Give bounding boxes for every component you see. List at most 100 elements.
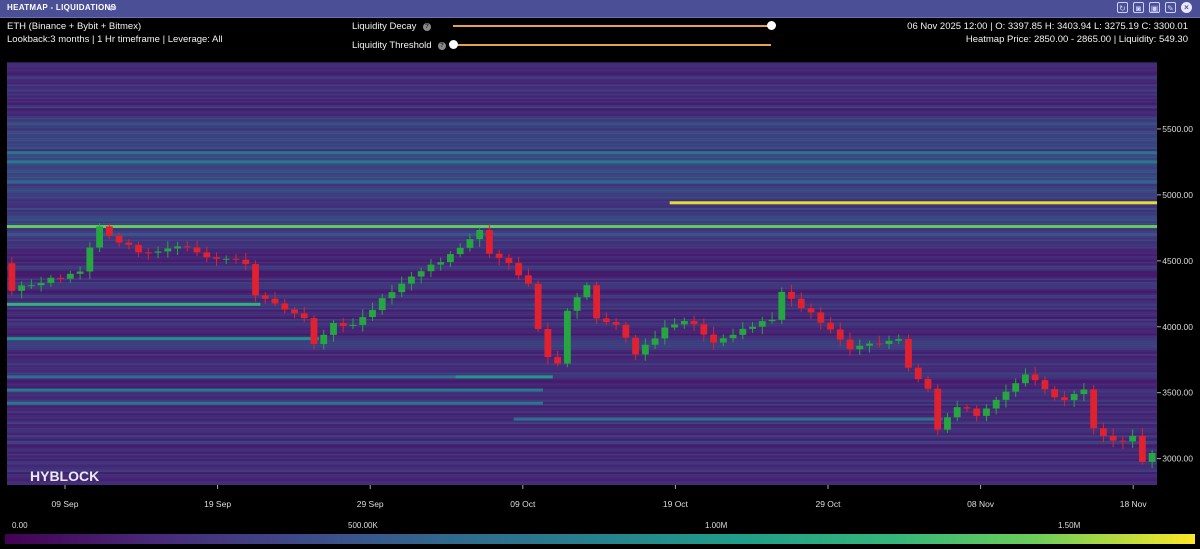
candle-body (495, 253, 503, 258)
candle-body (515, 263, 523, 276)
candle-body (797, 298, 805, 309)
heatmap-cell (7, 143, 1157, 146)
candle-body (768, 319, 776, 322)
candle-body (135, 244, 142, 253)
candle-body (632, 337, 640, 355)
liquidity-threshold-handle[interactable] (449, 40, 458, 49)
heatmap-cell (7, 106, 1157, 109)
liquidity-threshold-label: Liquidity Threshold (352, 40, 432, 51)
candle-body (291, 309, 298, 314)
candle-body (369, 310, 376, 318)
candle-body (115, 235, 123, 243)
candle-body (602, 318, 610, 323)
heatmap-cell (7, 163, 1157, 166)
liquidity-decay-slider[interactable] (453, 25, 771, 27)
heatmap-cell (7, 340, 1157, 343)
liquidation-band (7, 225, 1157, 229)
heatmap-chart[interactable]: 5500.00 5000.00 4500.00 4000.00 3500.00 3000.… (0, 60, 1200, 515)
heatmap-cell (7, 215, 1157, 218)
y-tick-label: 5000.00 (1162, 190, 1193, 200)
liquidity-threshold-slider[interactable] (453, 44, 771, 46)
heatmap-readout: Heatmap Price: 2850.00 - 2865.00 | Liqui… (965, 34, 1188, 45)
heatmap-cell (7, 243, 1157, 245)
candle-body (992, 399, 1000, 409)
candle-body (242, 259, 250, 265)
y-tick-label: 3500.00 (1162, 388, 1193, 398)
heatmap-cell (7, 91, 1157, 94)
candle-body (408, 276, 415, 284)
liquidity-decay-label: Liquidity Decay (352, 21, 417, 32)
heatmap-cell (7, 158, 1157, 161)
help-icon[interactable]: ? (438, 42, 446, 50)
liquidity-decay-handle[interactable] (767, 21, 776, 30)
heatmap-cell (7, 405, 1157, 408)
heatmap-cell (7, 75, 1157, 77)
candle-body (486, 230, 493, 254)
heatmap-cell (7, 71, 1157, 74)
heatmap-cell (7, 88, 1157, 90)
candle-body (924, 379, 932, 389)
heatmap-cell (7, 383, 1157, 386)
camera-icon[interactable]: ◙ (1133, 2, 1144, 13)
candle-body (622, 324, 630, 338)
heatmap-cell (7, 104, 1157, 107)
candle-body (18, 285, 26, 291)
sliders-icon[interactable]: ⇌ (109, 3, 117, 14)
candle-body (729, 334, 737, 339)
heatmap-cell (7, 322, 1157, 325)
heatmap-cell (7, 372, 1157, 375)
heatmap-cell (7, 344, 1157, 347)
candle-body (37, 282, 45, 286)
heatmap-cell (7, 324, 1157, 327)
candle-body (1061, 397, 1068, 401)
y-tick-label: 4500.00 (1162, 256, 1193, 266)
heatmap-cell (7, 156, 1157, 159)
liquidation-band (455, 375, 553, 379)
heatmap-cell (7, 137, 1157, 140)
heatmap-cell (7, 176, 1157, 179)
heatmap-cell (7, 315, 1157, 317)
heatmap-cell (7, 385, 1157, 388)
close-icon[interactable]: × (1181, 2, 1192, 13)
heatmap-cell (7, 67, 1157, 70)
candle-body (914, 367, 922, 380)
candle-body (388, 292, 396, 299)
heatmap-cell (7, 65, 1157, 68)
heatmap-cell (7, 239, 1157, 242)
x-tick-label: 19 Oct (663, 499, 689, 509)
candle-body (213, 257, 220, 259)
heatmap-cell (7, 108, 1157, 111)
heatmap-cell (7, 195, 1157, 197)
heatmap-cell (7, 446, 1157, 449)
candle-body (86, 247, 94, 272)
heatmap-cell (7, 444, 1157, 447)
candle-body (680, 321, 688, 325)
candle-body (193, 247, 201, 253)
save-icon[interactable]: ▣ (1149, 2, 1160, 13)
heatmap-cell (7, 206, 1157, 209)
heatmap-cell (7, 237, 1157, 240)
y-tick-label: 5500.00 (1162, 124, 1193, 134)
refresh-icon[interactable]: ↻ (1117, 2, 1128, 13)
heatmap-cell (7, 84, 1157, 87)
heatmap-cell (7, 174, 1157, 177)
help-icon[interactable]: ? (423, 23, 431, 31)
candle-body (437, 262, 445, 265)
heatmap-cell (7, 185, 1157, 188)
heatmap-cell (7, 89, 1157, 92)
edit-icon[interactable]: ✎ (1165, 2, 1176, 13)
heatmap-cell (7, 265, 1157, 268)
candle-body (281, 303, 289, 310)
heatmap-cell (7, 438, 1157, 441)
candle-body (661, 327, 669, 339)
heatmap-cell (7, 78, 1157, 81)
heatmap-cell (7, 320, 1157, 323)
candle-body (895, 339, 903, 341)
heatmap-cell (7, 204, 1157, 207)
heatmap-cell (7, 259, 1157, 262)
candle-body (953, 407, 961, 418)
candle-body (330, 322, 337, 335)
candle-body (105, 226, 113, 236)
heatmap-cell (7, 280, 1157, 282)
heatmap-cell (7, 213, 1157, 216)
